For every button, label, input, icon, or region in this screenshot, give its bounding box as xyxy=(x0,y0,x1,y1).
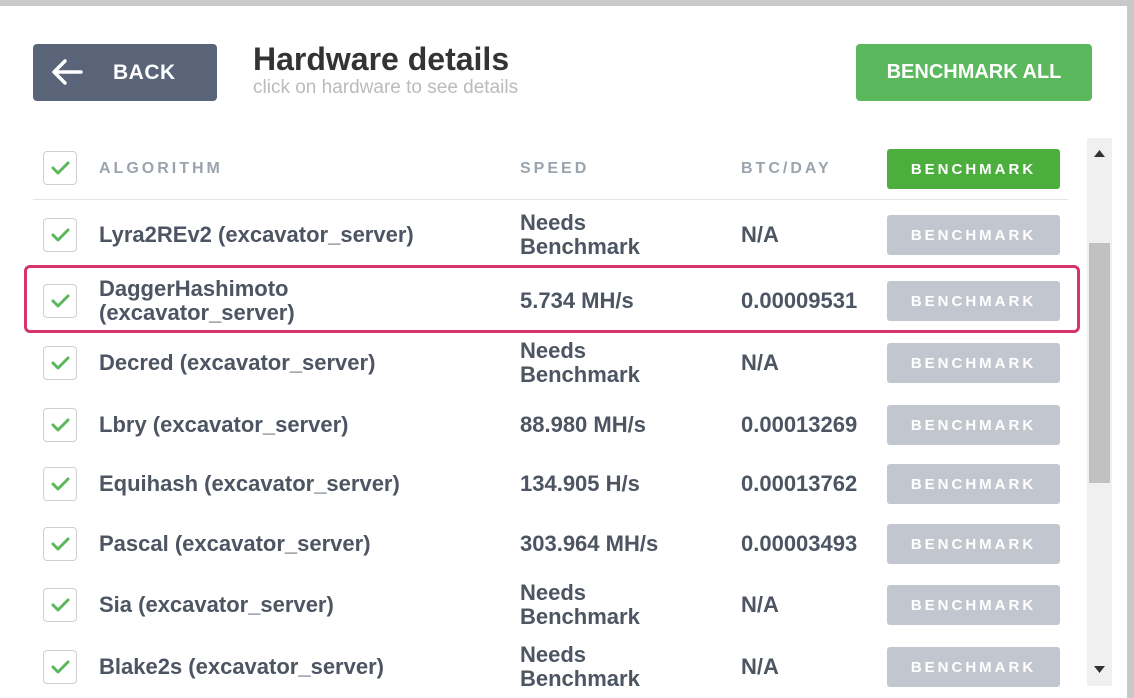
checkmark-icon xyxy=(51,418,70,432)
column-header-speed: SPEED xyxy=(520,160,590,177)
checkmark-icon xyxy=(51,356,70,370)
speed-value: Needs Benchmark xyxy=(520,339,640,387)
scroll-up-icon[interactable] xyxy=(1087,140,1112,165)
btc-day-value: N/A xyxy=(741,593,779,617)
row-checkbox[interactable] xyxy=(43,467,77,501)
table-row[interactable]: Blake2s (excavator_server) Needs Benchmark… xyxy=(0,636,1080,698)
algorithm-name: Lyra2REv2 (excavator_server) xyxy=(99,223,414,247)
checkmark-icon xyxy=(51,161,70,175)
table-row[interactable]: Lbry (excavator_server) 88.980 MH/s 0.0001… xyxy=(0,396,1080,454)
benchmark-button[interactable]: BENCHMARK xyxy=(887,405,1060,445)
back-button[interactable]: BACK xyxy=(33,44,217,101)
row-checkbox[interactable] xyxy=(43,218,77,252)
benchmark-selected-button[interactable]: BENCHMARK xyxy=(887,149,1060,189)
arrow-left-icon xyxy=(52,59,83,85)
algorithm-name-line: Decred (excavator_server) xyxy=(99,350,376,375)
row-checkbox[interactable] xyxy=(43,588,77,622)
speed-value-line: Benchmark xyxy=(520,666,640,691)
speed-value: Needs Benchmark xyxy=(520,211,640,259)
table-row[interactable]: Lyra2REv2 (excavator_server) Needs Benchma… xyxy=(0,202,1080,268)
algorithm-name: Lbry (excavator_server) xyxy=(99,413,348,437)
algorithm-name-line: Sia (excavator_server) xyxy=(99,592,334,617)
btc-day-value-line: 0.00003493 xyxy=(741,531,858,556)
speed-value: 303.964 MH/s xyxy=(520,532,658,556)
speed-value-line: Needs xyxy=(520,580,587,605)
table-row[interactable]: Equihash (excavator_server) 134.905 H/s 0.… xyxy=(0,454,1080,514)
speed-value: Needs Benchmark xyxy=(520,643,640,691)
algorithm-name-line: Pascal (excavator_server) xyxy=(99,531,371,556)
btc-day-value: 0.00003493 xyxy=(741,532,857,556)
btc-day-value: 0.00013269 xyxy=(741,413,857,437)
page-title: Hardware details xyxy=(253,41,510,77)
algorithm-name: Decred (excavator_server) xyxy=(99,351,375,375)
back-button-label: BACK xyxy=(113,61,176,84)
speed-value-line: Needs xyxy=(520,210,587,235)
algorithm-table: ALGORITHM SPEED BTC/DAY BENCHMARK Lyra2R… xyxy=(0,140,1080,698)
table-header-row: ALGORITHM SPEED BTC/DAY BENCHMARK xyxy=(0,140,1080,200)
row-checkbox[interactable] xyxy=(43,650,77,684)
speed-value: 134.905 H/s xyxy=(520,472,640,496)
algorithm-name: Sia (excavator_server) xyxy=(99,593,334,617)
row-checkbox[interactable] xyxy=(43,346,77,380)
btc-day-value-line: 0.00013269 xyxy=(741,412,858,437)
algorithm-name-line: Lyra2REv2 (excavator_server) xyxy=(99,222,414,247)
table-row[interactable]: Decred (excavator_server) Needs Benchmark N… xyxy=(0,332,1080,394)
speed-value-line: Needs xyxy=(520,338,587,363)
speed-value-line: Benchmark xyxy=(520,604,640,629)
table-row[interactable]: Pascal (excavator_server) 303.964 MH/s 0.0… xyxy=(0,514,1080,574)
benchmark-button[interactable]: BENCHMARK xyxy=(887,343,1060,383)
btc-day-value-line: N/A xyxy=(741,592,779,617)
checkmark-icon xyxy=(51,598,70,612)
btc-day-value-line: N/A xyxy=(741,654,779,679)
algorithm-name-line: Lbry (excavator_server) xyxy=(99,412,349,437)
column-header-algorithm: ALGORITHM xyxy=(99,160,223,177)
checkmark-icon xyxy=(51,660,70,674)
algorithm-name-line: Blake2s (excavator_server) xyxy=(99,654,384,679)
benchmark-button[interactable]: BENCHMARK xyxy=(887,215,1060,255)
speed-value-line: 303.964 MH/s xyxy=(520,531,659,556)
btc-day-value-line: 0.00013762 xyxy=(741,471,858,496)
benchmark-all-button[interactable]: BENCHMARK ALL xyxy=(856,44,1092,101)
table-row[interactable]: Sia (excavator_server) Needs Benchmark N/A B… xyxy=(0,574,1080,636)
highlighted-row-outline xyxy=(24,265,1080,333)
algorithm-name: Blake2s (excavator_server) xyxy=(99,655,384,679)
algorithm-name: Equihash (excavator_server) xyxy=(99,472,400,496)
window-right-border xyxy=(1127,0,1134,698)
column-header-btc-day: BTC/DAY xyxy=(741,160,832,177)
btc-day-value: N/A xyxy=(741,351,779,375)
checkmark-icon xyxy=(51,537,70,551)
speed-value: 88.980 MH/s xyxy=(520,413,646,437)
algorithm-name: Pascal (excavator_server) xyxy=(99,532,371,556)
checkmark-icon xyxy=(51,228,70,242)
select-all-checkbox[interactable] xyxy=(43,151,77,185)
scroll-down-icon[interactable] xyxy=(1087,658,1112,683)
checkmark-icon xyxy=(51,477,70,491)
btc-day-value: N/A xyxy=(741,655,779,679)
header-divider xyxy=(33,199,1068,200)
benchmark-button[interactable]: BENCHMARK xyxy=(887,647,1060,687)
scrollbar-thumb[interactable] xyxy=(1089,243,1110,483)
window-top-border xyxy=(0,0,1127,6)
speed-value-line: Benchmark xyxy=(520,362,640,387)
speed-value-line: 134.905 H/s xyxy=(520,471,640,496)
benchmark-button[interactable]: BENCHMARK xyxy=(887,524,1060,564)
benchmark-button[interactable]: BENCHMARK xyxy=(887,464,1060,504)
btc-day-value-line: N/A xyxy=(741,350,779,375)
speed-value-line: Benchmark xyxy=(520,234,640,259)
benchmark-button[interactable]: BENCHMARK xyxy=(887,585,1060,625)
btc-day-value: 0.00013762 xyxy=(741,472,857,496)
row-checkbox[interactable] xyxy=(43,408,77,442)
speed-value: Needs Benchmark xyxy=(520,581,640,629)
btc-day-value: N/A xyxy=(741,223,779,247)
page-subtitle: click on hardware to see details xyxy=(253,77,519,98)
btc-day-value-line: N/A xyxy=(741,222,779,247)
algorithm-name-line: Equihash (excavator_server) xyxy=(99,471,400,496)
row-checkbox[interactable] xyxy=(43,527,77,561)
speed-value-line: Needs xyxy=(520,642,587,667)
speed-value-line: 88.980 MH/s xyxy=(520,412,646,437)
